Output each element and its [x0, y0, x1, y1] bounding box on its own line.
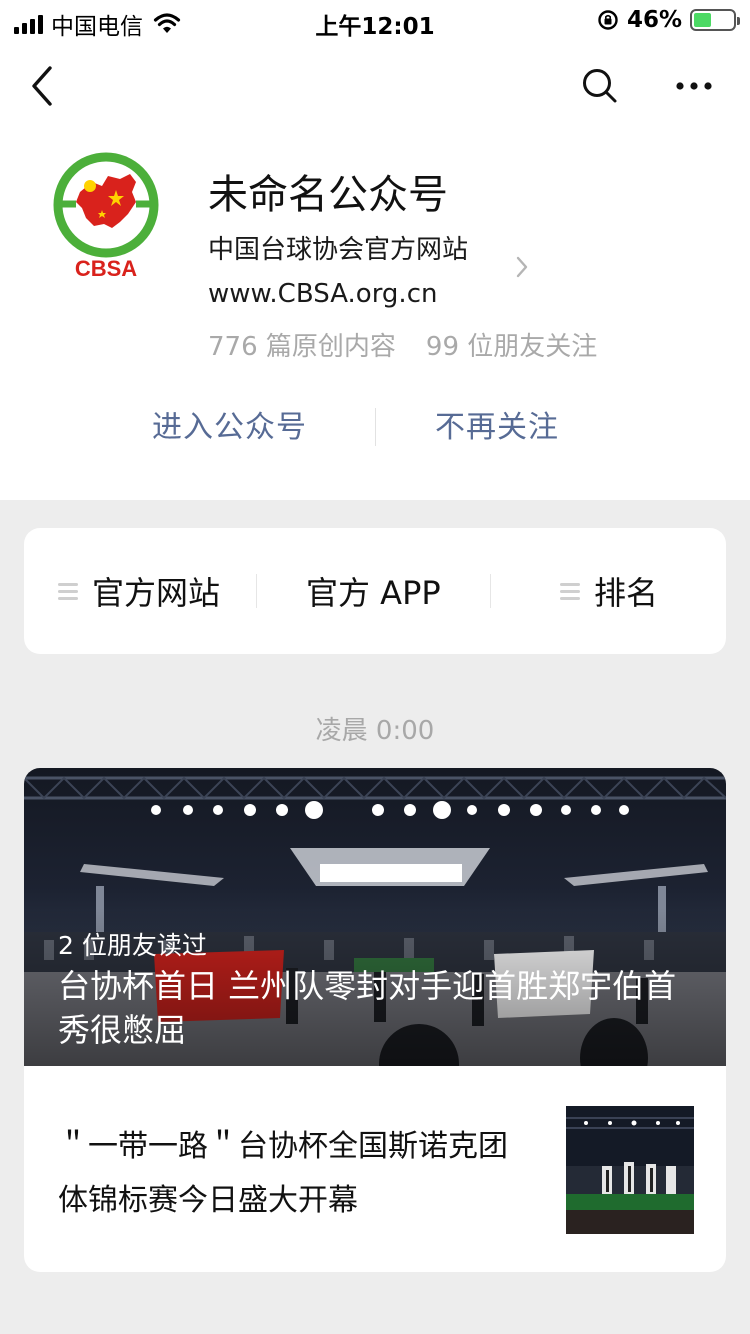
more-button[interactable] [670, 68, 718, 104]
menu-item-label: 排名 [594, 574, 659, 612]
sub-article-title: ＂一带一路＂台协杯全国斯诺克团体锦标赛今日盛大开幕 [58, 1129, 508, 1218]
menu-item-label: 官方 APP [306, 574, 441, 612]
menu-list-icon [58, 582, 78, 600]
svg-text:CBSA: CBSA [75, 256, 137, 281]
status-right: 46% [597, 7, 740, 33]
orientation-lock-icon [598, 10, 618, 30]
main-article[interactable]: 2 位朋友读过 台协杯首日 兰州队零封对手迎首胜郑宇伯首秀很憋屈 [24, 768, 726, 1066]
main-article-title: 台协杯首日 兰州队零封对手迎首胜郑宇伯首秀很憋屈 [58, 967, 677, 1049]
friends-following: 99 位朋友关注 [425, 332, 598, 362]
chevron-left-icon [32, 66, 52, 106]
menu-item-website[interactable]: 官方网站 [58, 528, 220, 654]
more-icon [676, 82, 712, 90]
search-icon [583, 69, 617, 103]
menu-item-label: 官方网站 [92, 574, 221, 612]
menu-item-ranking[interactable]: 排名 [560, 528, 658, 654]
feed-timestamp: 凌晨 0:00 [315, 716, 435, 746]
cbsa-logo: CBSA [53, 152, 159, 281]
status-bar: 中国电信 上午12:01 46% [0, 0, 750, 44]
battery-icon [690, 9, 740, 31]
description-line-1: 中国台球协会官方网站 [208, 235, 469, 265]
sub-article-thumbnail [566, 1106, 694, 1234]
menu-divider [490, 574, 491, 608]
chevron-right-icon[interactable] [514, 254, 530, 280]
account-name: 未命名公众号 [208, 172, 448, 218]
menu-item-app[interactable]: 官方 APP [306, 528, 441, 654]
friends-read-count: 2 位朋友读过 [58, 931, 207, 960]
account-description[interactable]: 中国台球协会官方网站 www.CBSA.org.cn [208, 228, 508, 316]
battery-percent: 46% [626, 7, 682, 33]
back-button[interactable] [28, 64, 60, 108]
account-actions: 进入公众号 不再关注 [0, 398, 750, 458]
enter-account-button[interactable]: 进入公众号 [152, 398, 307, 458]
description-line-2: www.CBSA.org.cn [208, 279, 438, 309]
account-menu: 官方网站 官方 APP 排名 [24, 528, 726, 654]
sub-article[interactable]: ＂一带一路＂台协杯全国斯诺克团体锦标赛今日盛大开幕 [24, 1066, 726, 1272]
snooker-ceremony-image [566, 1106, 694, 1234]
original-count: 776 篇原创内容 [208, 332, 396, 362]
search-button[interactable] [580, 66, 620, 106]
nav-bar [0, 44, 750, 128]
article-card: 2 位朋友读过 台协杯首日 兰州队零封对手迎首胜郑宇伯首秀很憋屈 ＂一带一路＂台… [24, 768, 726, 1272]
account-profile: CBSA 未命名公众号 中国台球协会官方网站 www.CBSA.org.cn 7… [0, 128, 750, 500]
action-divider [375, 408, 376, 446]
menu-list-icon [560, 582, 580, 600]
unfollow-button[interactable]: 不再关注 [435, 398, 559, 458]
battery-level [694, 13, 712, 27]
account-stats: 776 篇原创内容 99 位朋友关注 [208, 326, 597, 363]
menu-divider [256, 574, 257, 608]
